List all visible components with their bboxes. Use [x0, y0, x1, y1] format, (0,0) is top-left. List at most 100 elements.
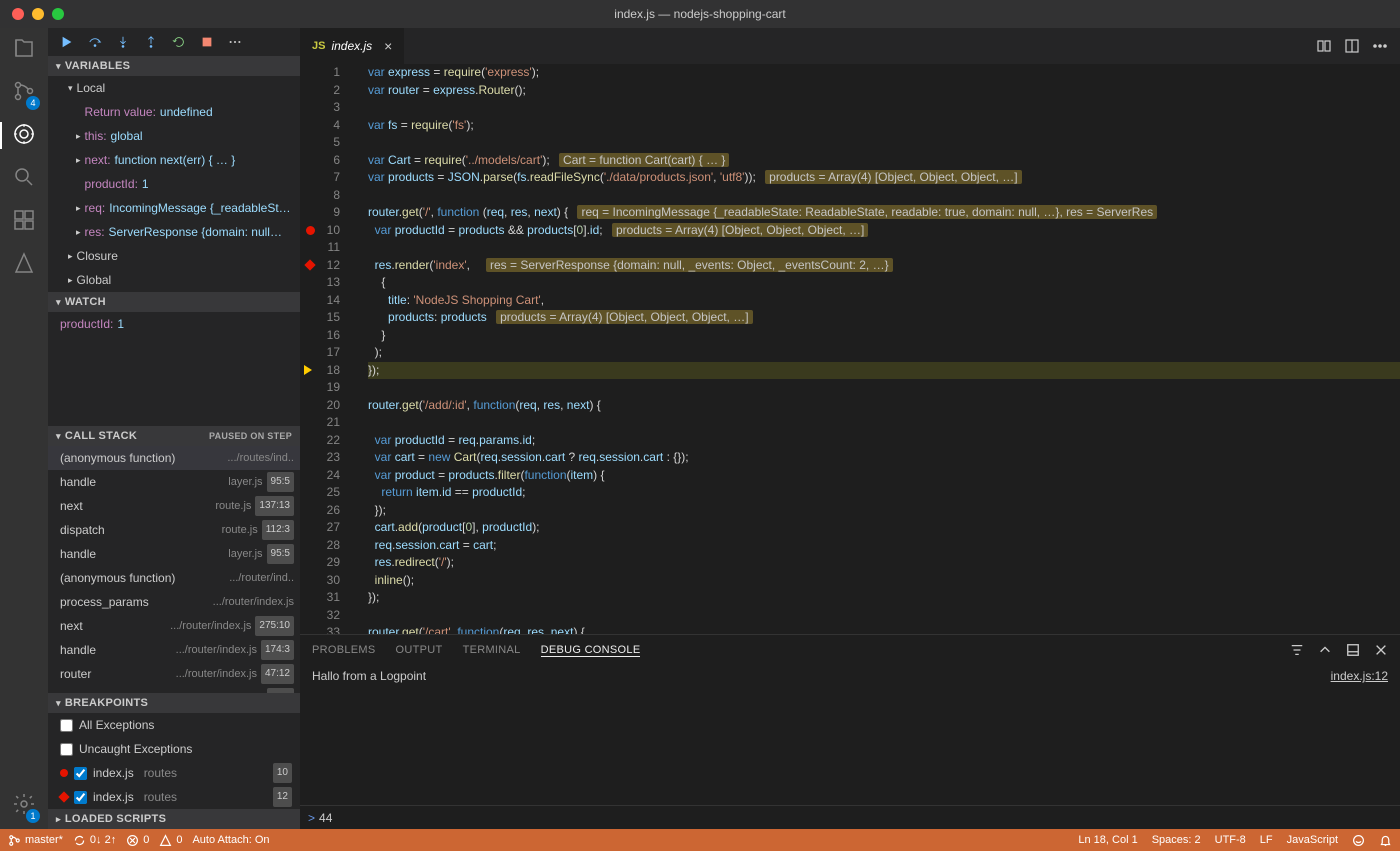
bp-all-exceptions[interactable]: All Exceptions	[48, 713, 300, 737]
logpoint-diamond-icon	[58, 791, 69, 802]
stack-frame[interactable]: (anonymous function).../router/ind..	[48, 566, 300, 590]
settings-badge: 1	[26, 809, 40, 823]
settings-gear-icon[interactable]: 1	[12, 792, 36, 819]
tab-indexjs[interactable]: JS index.js ×	[300, 28, 405, 64]
azure-icon[interactable]	[12, 251, 36, 278]
step-over-icon[interactable]	[88, 35, 102, 49]
repl-prompt: >	[308, 811, 315, 825]
debug-repl-input[interactable]: > 44	[300, 805, 1400, 829]
debug-sidebar: ▾VARIABLES ▾Local ▸Return value: undefin…	[48, 28, 300, 829]
branch-status[interactable]: master*	[8, 834, 63, 847]
collapse-icon[interactable]	[1318, 643, 1332, 657]
bell-icon[interactable]	[1379, 834, 1392, 847]
variable-row[interactable]: ▸this: global	[48, 124, 300, 148]
variable-row[interactable]: ▸req: IncomingMessage {_readableSt…	[48, 196, 300, 220]
loaded-scripts-header[interactable]: ▸LOADED SCRIPTS	[48, 809, 300, 829]
source-control-icon[interactable]: 4	[12, 79, 36, 106]
bp-check[interactable]	[60, 743, 73, 756]
bp-check[interactable]	[74, 767, 87, 780]
tab-output[interactable]: OUTPUT	[396, 644, 443, 656]
breakpoints-header[interactable]: ▾BREAKPOINTS	[48, 693, 300, 713]
breakpoints-label: BREAKPOINTS	[65, 697, 148, 709]
variable-row[interactable]: ▸res: ServerResponse {domain: null…	[48, 220, 300, 244]
bp-uncaught-exceptions[interactable]: Uncaught Exceptions	[48, 737, 300, 761]
stack-frame[interactable]: handle.../router/index.js174:3	[48, 638, 300, 662]
code-editor[interactable]: 1234567891011121314151617181920212223242…	[300, 64, 1400, 634]
cursor-position[interactable]: Ln 18, Col 1	[1078, 834, 1137, 846]
errors-status[interactable]: 0	[126, 834, 149, 847]
stack-frame[interactable]: handlelayer.js95:5	[48, 686, 300, 693]
editor-actions	[1316, 28, 1400, 64]
variables-scope-closure[interactable]: ▸Closure	[48, 244, 300, 268]
variable-row[interactable]: ▸next: function next(err) { … }	[48, 148, 300, 172]
watch-header[interactable]: ▾WATCH	[48, 292, 300, 312]
stack-frame[interactable]: nextroute.js137:13	[48, 494, 300, 518]
eol-status[interactable]: LF	[1260, 834, 1273, 846]
close-tab-icon[interactable]: ×	[384, 38, 392, 54]
variables-scope-global[interactable]: ▸Global	[48, 268, 300, 292]
stack-frame[interactable]: process_params.../router/index.js	[48, 590, 300, 614]
compare-icon[interactable]	[1316, 38, 1332, 54]
stack-frame[interactable]: (anonymous function).../routes/ind..	[48, 446, 300, 470]
restart-icon[interactable]	[172, 35, 186, 49]
auto-attach-status[interactable]: Auto Attach: On	[192, 834, 269, 846]
filter-icon[interactable]	[1290, 643, 1304, 657]
debug-console-output: Hallo from a Logpoint index.js:12	[300, 665, 1400, 805]
breakpoint-dot-icon	[60, 769, 68, 777]
explorer-icon[interactable]	[12, 36, 36, 63]
close-panel-icon[interactable]	[1374, 643, 1388, 657]
variables-label: VARIABLES	[65, 60, 130, 72]
variable-row[interactable]: ▸Return value: undefined	[48, 100, 300, 124]
callstack-header[interactable]: ▾CALL STACKPAUSED ON STEP	[48, 426, 300, 446]
split-editor-icon[interactable]	[1344, 38, 1360, 54]
code-area[interactable]: var express = require('express');var rou…	[360, 64, 1400, 634]
extensions-icon[interactable]	[12, 208, 36, 235]
debug-toolbar	[48, 28, 300, 56]
tab-label: index.js	[331, 39, 372, 53]
callstack-label: CALL STACK	[65, 430, 137, 442]
debug-icon[interactable]	[12, 122, 36, 149]
activity-bar: 4 1	[0, 28, 48, 829]
search-icon[interactable]	[12, 165, 36, 192]
stack-frame[interactable]: dispatchroute.js112:3	[48, 518, 300, 542]
step-out-icon[interactable]	[144, 35, 158, 49]
variables-header[interactable]: ▾VARIABLES	[48, 56, 300, 76]
language-status[interactable]: JavaScript	[1287, 834, 1338, 846]
close-window-button[interactable]	[12, 8, 24, 20]
bp-check[interactable]	[74, 791, 87, 804]
stack-frame[interactable]: handlelayer.js95:5	[48, 542, 300, 566]
watch-label: WATCH	[65, 296, 106, 308]
maximize-window-button[interactable]	[52, 8, 64, 20]
gutter[interactable]: 1234567891011121314151617181920212223242…	[300, 64, 360, 634]
warnings-status[interactable]: 0	[159, 834, 182, 847]
variable-row[interactable]: ▸productId: 1	[48, 172, 300, 196]
stack-frame[interactable]: next.../router/index.js275:10	[48, 614, 300, 638]
step-into-icon[interactable]	[116, 35, 130, 49]
bp-check[interactable]	[60, 719, 73, 732]
stop-icon[interactable]	[200, 35, 214, 49]
continue-icon[interactable]	[60, 35, 74, 49]
encoding-status[interactable]: UTF-8	[1215, 834, 1246, 846]
more-icon[interactable]	[1372, 38, 1388, 54]
bp-item[interactable]: index.jsroutes12	[48, 785, 300, 809]
bp-item[interactable]: index.jsroutes10	[48, 761, 300, 785]
tab-terminal[interactable]: TERMINAL	[463, 644, 521, 656]
variables-scope-local[interactable]: ▾Local	[48, 76, 300, 100]
more-icon[interactable]	[228, 35, 242, 49]
watch-item[interactable]: productId:1	[48, 312, 300, 336]
feedback-icon[interactable]	[1352, 834, 1365, 847]
minimize-window-button[interactable]	[32, 8, 44, 20]
stack-frame[interactable]: router.../router/index.js47:12	[48, 662, 300, 686]
tab-problems[interactable]: PROBLEMS	[312, 644, 376, 656]
maximize-panel-icon[interactable]	[1346, 643, 1360, 657]
sync-status[interactable]: 0↓ 2↑	[73, 834, 116, 847]
indent-status[interactable]: Spaces: 2	[1152, 834, 1201, 846]
console-source-link[interactable]: index.js:12	[1331, 669, 1388, 801]
console-line: Hallo from a Logpoint	[312, 669, 426, 801]
tab-bar: JS index.js ×	[300, 28, 1400, 64]
tab-debug-console[interactable]: DEBUG CONSOLE	[541, 644, 641, 657]
status-bar: master* 0↓ 2↑ 0 0 Auto Attach: On Ln 18,…	[0, 829, 1400, 851]
repl-value: 44	[319, 811, 332, 825]
stack-frame[interactable]: handlelayer.js95:5	[48, 470, 300, 494]
panel-tabs: PROBLEMS OUTPUT TERMINAL DEBUG CONSOLE	[300, 635, 1400, 665]
